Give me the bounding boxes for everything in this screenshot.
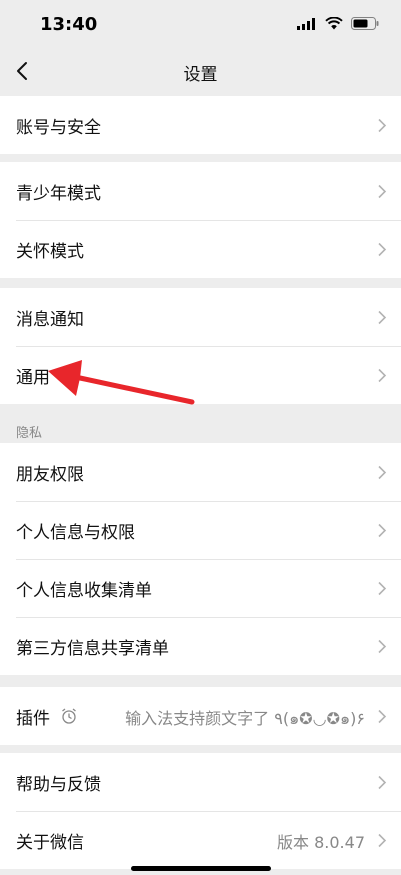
settings-group-about: 帮助与反馈 关于微信 版本 8.0.47 — [0, 753, 401, 869]
settings-item-account-security[interactable]: 账号与安全 — [0, 96, 401, 154]
settings-group-privacy: 朋友权限 个人信息与权限 个人信息收集清单 第三方信息共享清单 — [0, 443, 401, 675]
settings-item-label: 个人信息与权限 — [16, 523, 135, 543]
status-bar: 13:40 — [0, 0, 401, 48]
chevron-right-icon — [378, 368, 387, 383]
settings-item-friend-permissions[interactable]: 朋友权限 — [0, 443, 401, 501]
chevron-right-icon — [378, 581, 387, 596]
home-indicator — [131, 866, 271, 871]
settings-item-label: 朋友权限 — [16, 465, 84, 485]
chevron-right-icon — [378, 775, 387, 790]
page-title: 设置 — [183, 65, 218, 85]
settings-item-personal-info-collection[interactable]: 个人信息收集清单 — [0, 559, 401, 617]
settings-item-third-party-sharing[interactable]: 第三方信息共享清单 — [0, 617, 401, 675]
settings-group-modes: 青少年模式 关怀模式 — [0, 162, 401, 278]
settings-item-general[interactable]: 通用 — [0, 346, 401, 404]
chevron-right-icon — [378, 639, 387, 654]
settings-group-account: 账号与安全 — [0, 96, 401, 154]
version-text: 版本 8.0.47 — [277, 833, 365, 852]
chevron-right-icon — [378, 833, 387, 848]
signal-icon — [297, 17, 315, 30]
battery-icon — [351, 17, 379, 30]
status-icons — [297, 17, 379, 30]
settings-item-care-mode[interactable]: 关怀模式 — [0, 220, 401, 278]
settings-group-notifications: 消息通知 通用 — [0, 288, 401, 404]
chevron-right-icon — [378, 523, 387, 538]
settings-item-label: 关于微信 — [16, 833, 84, 853]
chevron-right-icon — [378, 118, 387, 133]
settings-item-label: 消息通知 — [16, 310, 84, 330]
settings-item-about-wechat[interactable]: 关于微信 版本 8.0.47 — [0, 811, 401, 869]
status-time: 13:40 — [40, 14, 98, 35]
settings-item-label: 第三方信息共享清单 — [16, 639, 169, 659]
nav-bar: 设置 — [0, 48, 401, 94]
settings-item-label: 插件 — [16, 709, 50, 729]
settings-item-label: 帮助与反馈 — [16, 775, 101, 795]
chevron-right-icon — [378, 465, 387, 480]
plugin-status-text: 输入法支持颜文字了 ٩(๑✪◡✪๑)۶ — [125, 709, 365, 728]
settings-item-help-feedback[interactable]: 帮助与反馈 — [0, 753, 401, 811]
settings-group-plugins: 插件 输入法支持颜文字了 ٩(๑✪◡✪๑)۶ — [0, 687, 401, 745]
settings-item-notifications[interactable]: 消息通知 — [0, 288, 401, 346]
chevron-right-icon — [378, 184, 387, 199]
section-caption-privacy: 隐私 — [16, 426, 43, 441]
chevron-right-icon — [378, 310, 387, 325]
settings-item-label: 个人信息收集清单 — [16, 581, 152, 601]
settings-item-personal-info-permissions[interactable]: 个人信息与权限 — [0, 501, 401, 559]
settings-item-label: 账号与安全 — [16, 118, 101, 138]
chevron-right-icon — [378, 242, 387, 257]
alarm-clock-icon — [62, 708, 76, 724]
settings-item-label: 青少年模式 — [16, 184, 101, 204]
settings-item-label: 关怀模式 — [16, 242, 84, 262]
settings-item-plugins[interactable]: 插件 输入法支持颜文字了 ٩(๑✪◡✪๑)۶ — [0, 687, 401, 745]
chevron-right-icon — [378, 709, 387, 724]
wifi-icon — [325, 17, 343, 30]
settings-item-teen-mode[interactable]: 青少年模式 — [0, 162, 401, 220]
settings-item-label: 通用 — [16, 368, 50, 388]
